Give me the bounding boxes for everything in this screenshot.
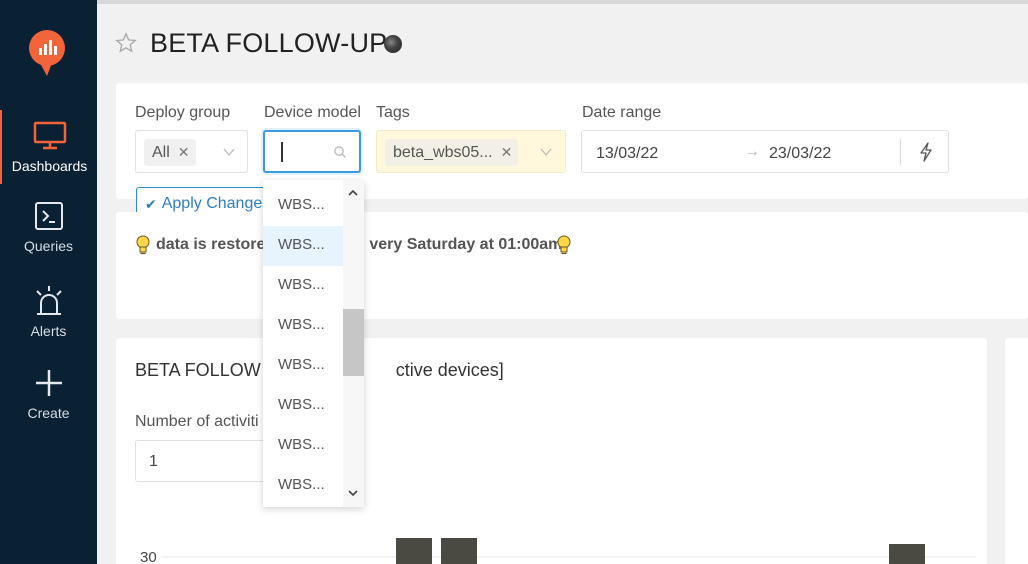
start-date[interactable]: 13/03/22 — [596, 145, 658, 163]
sidebar-item-label: Alerts — [30, 323, 67, 339]
device-model-label: Device model — [264, 104, 361, 121]
end-date[interactable]: 23/03/22 — [769, 145, 831, 163]
alarm-icon — [31, 283, 67, 319]
selected-tag: beta_wbs05... ✕ — [385, 139, 519, 166]
apply-changes-label: Apply Changes — [161, 195, 266, 212]
bar-chart: 30 — [140, 538, 976, 564]
chevron-down-icon[interactable] — [347, 487, 359, 499]
date-range-label: Date range — [582, 104, 662, 121]
arrow-right-icon: → — [744, 143, 760, 160]
lightbulb-icon — [557, 235, 571, 255]
dropdown-option[interactable]: WBS... — [263, 306, 343, 346]
sidebar-item-label: Dashboards — [11, 158, 88, 174]
lightning-icon[interactable] — [918, 142, 934, 162]
plus-icon — [31, 365, 67, 401]
tag-label: beta_wbs05... — [393, 143, 493, 161]
dropdown-option[interactable]: WBS... — [263, 386, 343, 426]
info-panel — [116, 212, 1028, 319]
deploy-group-label: Deploy group — [135, 104, 231, 121]
lightbulb-icon — [136, 235, 150, 255]
date-range-picker[interactable]: 13/03/22 → 23/03/22 — [581, 130, 949, 173]
check-icon: ✔ — [145, 195, 157, 212]
chevron-up-icon[interactable] — [347, 187, 359, 199]
dropdown-option[interactable]: WBS... — [263, 226, 343, 266]
monitor-icon — [32, 118, 68, 154]
dropdown-option[interactable]: WBS... — [263, 266, 343, 306]
top-border — [97, 0, 1028, 4]
dropdown-option[interactable]: WBS... — [263, 346, 343, 386]
sidebar-item-queries[interactable]: Queries — [0, 198, 97, 272]
dropdown-option[interactable]: WBS... — [263, 466, 343, 506]
scrollbar-thumb[interactable] — [343, 309, 364, 376]
tags-label: Tags — [376, 104, 410, 121]
chevron-down-icon — [223, 148, 235, 157]
selected-tag: All ✕ — [144, 139, 196, 166]
sidebar-item-label: Create — [27, 405, 70, 421]
tag-label: All — [152, 143, 170, 161]
redash-logo-icon[interactable] — [28, 30, 66, 78]
dropdown-option[interactable]: WBS... — [263, 426, 343, 466]
sidebar-item-create[interactable]: Create — [0, 365, 97, 439]
sidebar-item-label: Queries — [23, 238, 74, 254]
terminal-icon — [31, 198, 67, 234]
deploy-group-select[interactable]: All ✕ — [135, 130, 248, 173]
device-model-select[interactable] — [263, 130, 361, 173]
chart-bar[interactable] — [889, 544, 925, 564]
tags-select[interactable]: beta_wbs05... ✕ — [376, 130, 566, 173]
sidebar: Dashboards Queries Alerts Create — [0, 0, 97, 564]
y-tick-label: 30 — [140, 549, 157, 564]
favorite-star-icon[interactable] — [115, 32, 137, 54]
sidebar-item-dashboards[interactable]: Dashboards — [0, 110, 97, 184]
chevron-down-icon — [540, 148, 552, 157]
remove-tag-icon[interactable]: ✕ — [178, 144, 190, 161]
divider — [900, 139, 901, 165]
number-of-activities-input[interactable]: 1 — [135, 440, 270, 482]
number-of-activities-label: Number of activiti — [135, 413, 259, 430]
avatar[interactable] — [384, 35, 402, 53]
chart-bar[interactable] — [396, 538, 432, 564]
search-icon — [334, 146, 346, 158]
device-model-dropdown: WBS... WBS... WBS... WBS... WBS... WBS..… — [263, 180, 364, 507]
remove-tag-icon[interactable]: ✕ — [501, 144, 513, 161]
chart-bar[interactable] — [441, 538, 477, 564]
widget-card-secondary — [1005, 338, 1028, 564]
dropdown-option[interactable]: WBS... — [263, 186, 343, 226]
text-cursor — [281, 142, 283, 162]
sidebar-item-alerts[interactable]: Alerts — [0, 283, 97, 357]
page-title: BETA FOLLOW-UP — [150, 28, 388, 58]
